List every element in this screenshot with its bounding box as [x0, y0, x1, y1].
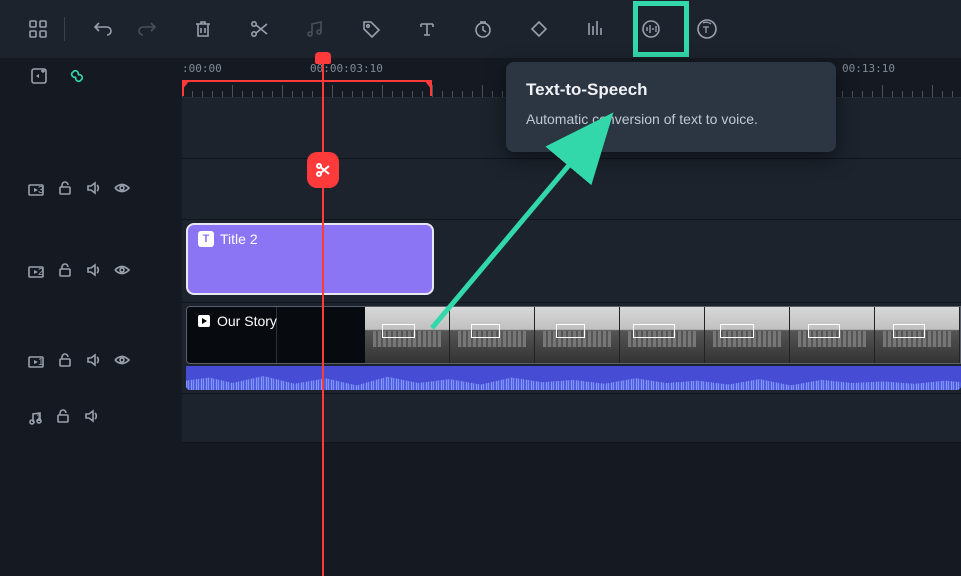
- mute-button[interactable]: [86, 181, 100, 200]
- link-icon: [68, 67, 86, 85]
- track-type-video: 1: [28, 354, 44, 370]
- tag-button[interactable]: [351, 9, 391, 49]
- video-thumbnails: [365, 307, 960, 363]
- track-lane-1[interactable]: Our Story: [182, 303, 961, 393]
- scissors-icon: [249, 19, 269, 39]
- video-clip[interactable]: Our Story: [186, 306, 961, 364]
- visibility-button[interactable]: [114, 353, 130, 372]
- title-clip-icon: T: [198, 231, 214, 247]
- track-lane-audio[interactable]: [182, 394, 961, 442]
- track-controls-column: 3 2 1: [0, 58, 182, 576]
- title-clip[interactable]: T Title 2: [186, 223, 434, 295]
- speaker-icon: [86, 353, 100, 367]
- unlock-icon: [58, 263, 72, 277]
- clock-icon: [473, 19, 493, 39]
- track-header-3: 3: [0, 172, 130, 208]
- track-lane-2[interactable]: T Title 2: [182, 220, 961, 302]
- music-note-icon: [305, 19, 325, 39]
- play-icon: [197, 314, 211, 328]
- text-button[interactable]: [407, 9, 447, 49]
- track-header-audio: 1: [0, 400, 98, 436]
- redo-button[interactable]: [127, 9, 167, 49]
- eye-icon: [114, 353, 130, 367]
- title-clip-label: Title 2: [220, 231, 258, 247]
- add-track-button[interactable]: [30, 67, 48, 90]
- undo-button[interactable]: [83, 9, 123, 49]
- tooltip-title: Text-to-Speech: [526, 80, 816, 100]
- audio-waveform[interactable]: [186, 366, 961, 390]
- music-button[interactable]: [295, 9, 335, 49]
- split-button[interactable]: [239, 9, 279, 49]
- tts-tooltip: Text-to-Speech Automatic conversion of t…: [506, 62, 836, 152]
- speaker-icon: [86, 181, 100, 195]
- equalizer-icon: [585, 19, 605, 39]
- speaker-icon: [84, 409, 98, 423]
- delete-button[interactable]: [183, 9, 223, 49]
- track-index: 3: [38, 185, 44, 196]
- controls-header: [0, 58, 182, 98]
- tts-button[interactable]: [687, 9, 727, 49]
- track-index: 1: [36, 413, 42, 424]
- toolbar-divider: [64, 17, 65, 41]
- trash-icon: [193, 19, 213, 39]
- lock-button[interactable]: [58, 353, 72, 372]
- visibility-button[interactable]: [114, 181, 130, 200]
- audio-levels-icon: [641, 19, 661, 39]
- ruler-timestamp: 00:13:10: [842, 62, 895, 75]
- unlock-icon: [58, 353, 72, 367]
- track-type-video: 3: [28, 182, 44, 198]
- undo-icon: [93, 19, 113, 39]
- link-button[interactable]: [68, 67, 86, 90]
- track-index: 1: [38, 357, 44, 368]
- visibility-button[interactable]: [114, 263, 130, 282]
- speaker-icon: [86, 263, 100, 277]
- tts-icon: [696, 18, 718, 40]
- keyframe-button[interactable]: [519, 9, 559, 49]
- add-track-icon: [30, 67, 48, 85]
- diamond-icon: [529, 19, 549, 39]
- mute-button[interactable]: [86, 353, 100, 372]
- ruler-timestamp: :00:00: [182, 62, 222, 75]
- tooltip-body: Automatic conversion of text to voice.: [526, 110, 816, 130]
- text-icon: [417, 19, 437, 39]
- apps-button[interactable]: [18, 9, 58, 49]
- apps-icon: [28, 19, 48, 39]
- track-header-2: 2: [0, 254, 130, 290]
- track-index: 2: [38, 267, 44, 278]
- video-clip-label: Our Story: [217, 313, 277, 329]
- track-lane-3[interactable]: [182, 159, 961, 219]
- mute-button[interactable]: [84, 409, 98, 428]
- unlock-icon: [58, 181, 72, 195]
- lock-button[interactable]: [58, 181, 72, 200]
- track-type-video: 2: [28, 264, 44, 280]
- audio-levels-button[interactable]: [631, 9, 671, 49]
- split-at-playhead-button[interactable]: [307, 152, 339, 188]
- lock-button[interactable]: [56, 409, 70, 428]
- lock-button[interactable]: [58, 263, 72, 282]
- tag-icon: [361, 19, 381, 39]
- main-toolbar: [0, 0, 961, 58]
- speed-button[interactable]: [463, 9, 503, 49]
- equalizer-button[interactable]: [575, 9, 615, 49]
- in-out-range[interactable]: [182, 80, 432, 96]
- mute-button[interactable]: [86, 263, 100, 282]
- track-type-audio: 1: [28, 411, 42, 425]
- redo-icon: [137, 19, 157, 39]
- playhead[interactable]: [322, 58, 324, 576]
- eye-icon: [114, 263, 130, 277]
- eye-icon: [114, 181, 130, 195]
- scissors-icon: [315, 162, 331, 178]
- unlock-icon: [56, 409, 70, 423]
- track-header-1: 1: [0, 344, 130, 380]
